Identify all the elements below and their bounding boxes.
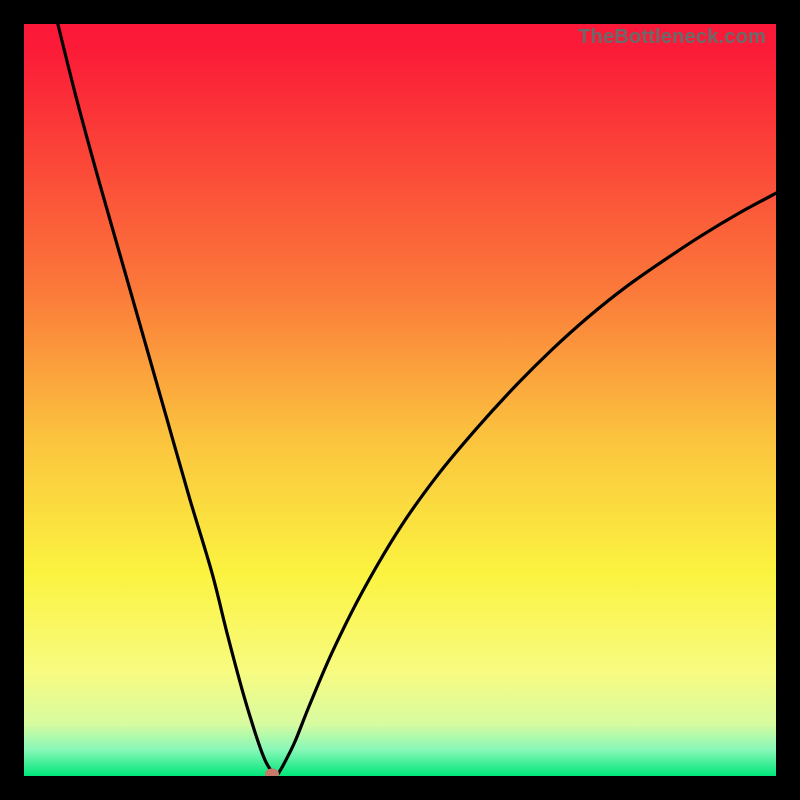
plot-area: TheBottleneck.com [24, 24, 776, 776]
bottleneck-curve [24, 24, 776, 776]
optimal-point-marker [265, 769, 279, 776]
watermark-text: TheBottleneck.com [578, 26, 766, 49]
chart-frame: TheBottleneck.com [0, 0, 800, 800]
